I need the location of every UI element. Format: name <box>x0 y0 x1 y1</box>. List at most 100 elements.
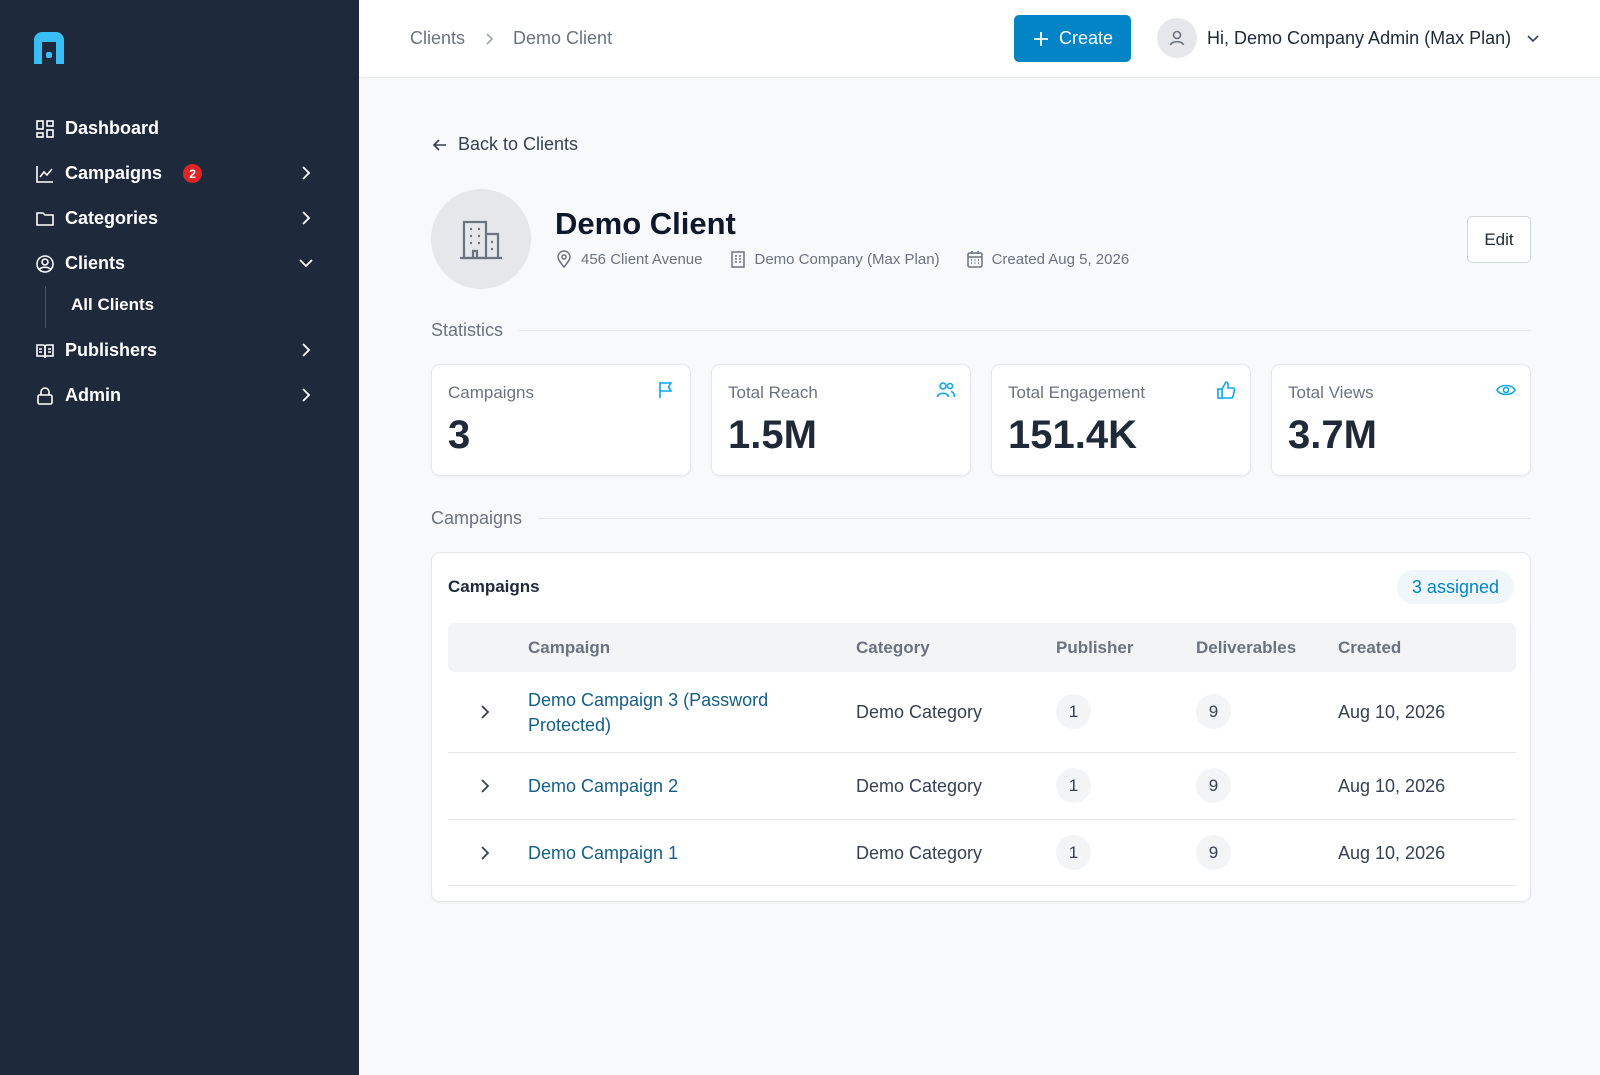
create-button[interactable]: Create <box>1014 15 1131 62</box>
book-open-icon <box>35 341 55 361</box>
stat-card-total-reach: Total Reach 1.5M <box>711 364 971 476</box>
table-row[interactable]: Demo Campaign 2 Demo Category 1 9 Aug 10… <box>448 753 1516 820</box>
sidebar-item-label: Clients <box>65 253 126 273</box>
chevron-right-icon <box>486 32 494 45</box>
stat-card-total-views: Total Views 3.7M <box>1271 364 1531 476</box>
client-created: Created Aug 5, 2026 <box>966 250 1130 268</box>
column-header-category[interactable]: Category <box>856 638 930 658</box>
stat-label: Campaigns <box>448 383 534 402</box>
section-title: Campaigns <box>431 508 523 528</box>
stat-card-campaigns: Campaigns 3 <box>431 364 691 476</box>
sidebar-item-campaigns[interactable]: Campaigns 2 <box>0 151 359 196</box>
building-icon <box>730 251 745 268</box>
top-header: Clients Demo Client Create Hi, Demo Comp… <box>359 0 1600 78</box>
campaign-link[interactable]: Demo Campaign 3 (Password Protected) <box>528 688 808 738</box>
chevron-down-icon[interactable] <box>297 254 315 272</box>
publisher-count: 1 <box>1056 768 1091 803</box>
campaign-link[interactable]: Demo Campaign 1 <box>528 841 808 866</box>
client-address: 456 Client Avenue <box>555 250 703 268</box>
sidebar-item-dashboard[interactable]: Dashboard <box>0 106 359 151</box>
divider <box>538 518 1531 519</box>
back-to-clients-link[interactable]: Back to Clients <box>431 134 578 155</box>
stat-value: 3.7M <box>1288 413 1377 457</box>
sidebar: Dashboard Campaigns 2 Categories Clients <box>0 0 359 1075</box>
submenu-divider <box>45 286 46 328</box>
chevron-right-icon[interactable] <box>297 341 315 359</box>
campaign-category: Demo Category <box>856 843 983 863</box>
eye-icon <box>1496 384 1516 396</box>
user-menu[interactable]: Hi, Demo Company Admin (Max Plan) <box>1157 18 1541 58</box>
sidebar-item-clients[interactable]: Clients <box>0 241 359 286</box>
breadcrumb-clients[interactable]: Clients <box>410 28 465 49</box>
table-header: Campaign Category Publisher Deliverables… <box>448 623 1516 672</box>
deliverables-count: 9 <box>1196 768 1231 803</box>
avatar <box>1157 18 1197 58</box>
campaign-category: Demo Category <box>856 702 983 722</box>
card-title: Campaigns <box>448 577 540 596</box>
assigned-badge: 3 assigned <box>1396 570 1514 604</box>
breadcrumb: Clients Demo Client <box>410 28 612 49</box>
campaign-category: Demo Category <box>856 776 983 796</box>
stat-value: 151.4K <box>1008 413 1137 457</box>
column-header-publisher[interactable]: Publisher <box>1056 638 1133 658</box>
chevron-right-icon[interactable] <box>476 844 494 862</box>
publisher-count: 1 <box>1056 694 1091 729</box>
map-pin-icon <box>557 250 571 268</box>
sidebar-item-label: Admin <box>65 385 121 405</box>
stat-label: Total Views <box>1288 383 1374 402</box>
sidebar-item-categories[interactable]: Categories <box>0 196 359 241</box>
column-header-campaign[interactable]: Campaign <box>528 638 610 658</box>
sidebar-subitem-all-clients[interactable]: All Clients <box>71 295 154 315</box>
table-row[interactable]: Demo Campaign 1 Demo Category 1 9 Aug 10… <box>448 820 1516 886</box>
chevron-right-icon[interactable] <box>297 386 315 404</box>
plus-icon <box>1033 31 1048 46</box>
chart-line-icon <box>35 164 55 184</box>
main-content: Back to Clients Demo Client 456 Client A… <box>359 78 1600 1075</box>
sidebar-item-label: Categories <box>65 208 159 228</box>
chevron-right-icon[interactable] <box>476 777 494 795</box>
flag-icon <box>659 382 673 398</box>
dashboard-icon <box>35 119 55 139</box>
campaign-link[interactable]: Demo Campaign 2 <box>528 774 808 799</box>
lock-icon <box>35 386 55 406</box>
chevron-right-icon[interactable] <box>297 209 315 227</box>
stat-card-total-engagement: Total Engagement 151.4K <box>991 364 1251 476</box>
user-circle-icon <box>35 254 55 274</box>
user-icon <box>1169 30 1185 46</box>
sidebar-item-label: Publishers <box>65 340 158 360</box>
folder-icon <box>35 209 55 229</box>
page-title: Demo Client <box>555 206 736 241</box>
client-avatar <box>431 189 531 289</box>
sidebar-item-label: Dashboard <box>65 118 160 138</box>
arrow-left-icon <box>432 138 446 151</box>
client-company: Demo Company (Max Plan) <box>729 250 940 268</box>
publisher-count: 1 <box>1056 835 1091 870</box>
sidebar-item-admin[interactable]: Admin <box>0 373 359 418</box>
deliverables-count: 9 <box>1196 694 1231 729</box>
building-icon <box>460 220 502 260</box>
client-address-text: 456 Client Avenue <box>581 250 703 268</box>
users-icon <box>936 382 956 398</box>
chevron-right-icon[interactable] <box>297 164 315 182</box>
campaign-created: Aug 10, 2026 <box>1338 776 1446 796</box>
client-meta: 456 Client Avenue Demo Company (Max Plan… <box>555 250 1155 268</box>
divider <box>519 330 1531 331</box>
calendar-icon <box>966 251 983 268</box>
column-header-created[interactable]: Created <box>1338 638 1401 658</box>
stat-label: Total Reach <box>728 383 818 402</box>
section-title: Statistics <box>431 320 504 340</box>
client-created-text: Created Aug 5, 2026 <box>991 250 1130 268</box>
chevron-right-icon[interactable] <box>476 703 494 721</box>
edit-button[interactable]: Edit <box>1467 216 1531 263</box>
table-row[interactable]: Demo Campaign 3 (Password Protected) Dem… <box>448 672 1516 753</box>
sidebar-nav: Dashboard Campaigns 2 Categories Clients <box>0 106 359 418</box>
campaigns-card: Campaigns 3 assigned Campaign Category P… <box>431 552 1531 902</box>
stat-value: 1.5M <box>728 413 817 457</box>
notification-badge: 2 <box>183 164 203 183</box>
campaign-created: Aug 10, 2026 <box>1338 843 1446 863</box>
campaigns-section-header: Campaigns <box>431 508 1531 529</box>
sidebar-item-publishers[interactable]: Publishers <box>0 328 359 373</box>
app-logo[interactable] <box>30 30 68 68</box>
column-header-deliverables[interactable]: Deliverables <box>1196 638 1296 658</box>
create-button-label: Create <box>1058 28 1114 48</box>
